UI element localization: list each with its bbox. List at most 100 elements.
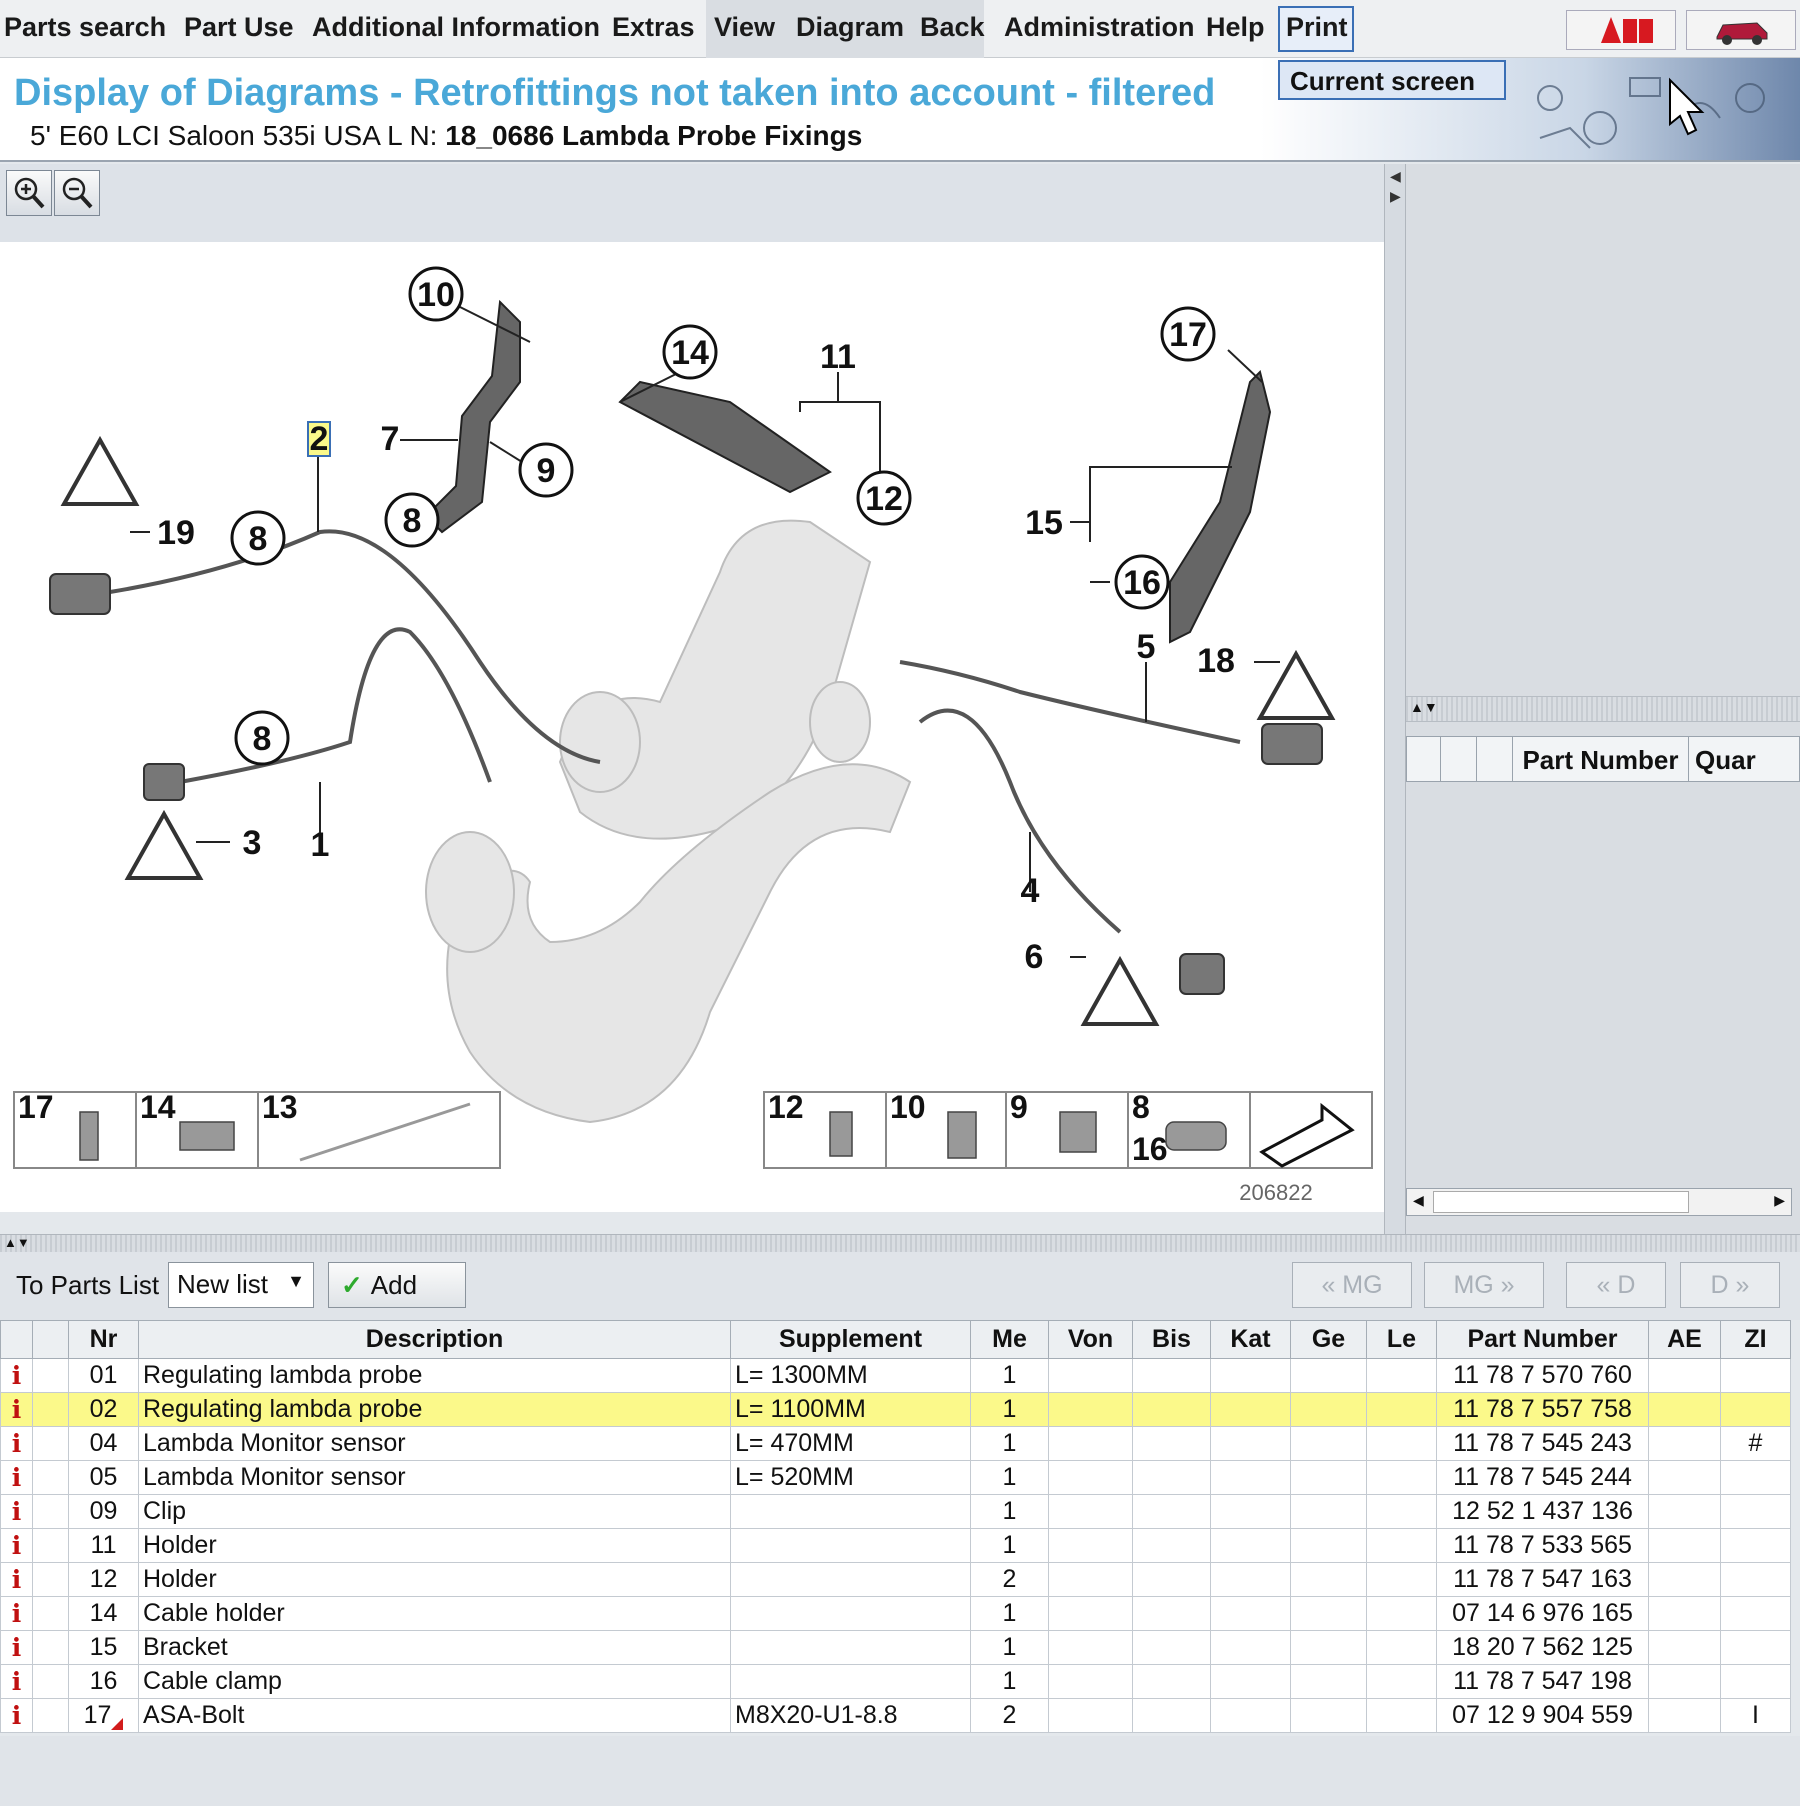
row-description: Clip bbox=[138, 1494, 731, 1529]
col-ge[interactable]: Ge bbox=[1290, 1320, 1367, 1359]
splitter-arrows-icon[interactable]: ▲▼ bbox=[4, 1235, 30, 1250]
table-row[interactable]: i 14 Cable holder 1 07 14 6 976 165 bbox=[0, 1596, 1791, 1631]
table-row[interactable]: i 16 Cable clamp 1 11 78 7 547 198 bbox=[0, 1664, 1791, 1699]
right-panel-splitter[interactable]: ▲▼ bbox=[1406, 696, 1800, 722]
menu-back[interactable]: Back bbox=[920, 12, 985, 43]
info-icon[interactable]: i bbox=[0, 1562, 33, 1597]
info-icon[interactable]: i bbox=[0, 1664, 33, 1699]
table-row[interactable]: i 17 ASA-Bolt M8X20-U1-8.8 2 07 12 9 904 559 I bbox=[0, 1698, 1791, 1733]
row-supplement: L= 1300MM bbox=[730, 1358, 971, 1393]
table-row[interactable]: i 09 Clip 1 12 52 1 437 136 bbox=[0, 1494, 1791, 1529]
info-icon-text: i bbox=[11, 1361, 22, 1390]
parts-diagram[interactable]: 10 2 7 9 8 14 11 12 17 15 16 19 8 5 18 8… bbox=[0, 242, 1384, 1212]
info-icon[interactable]: i bbox=[0, 1392, 33, 1427]
table-row[interactable]: i 15 Bracket 1 18 20 7 562 125 bbox=[0, 1630, 1791, 1665]
menu-additional-information[interactable]: Additional Information bbox=[312, 12, 600, 43]
table-row[interactable]: i 02 Regulating lambda probe L= 1100MM 1 11 7… bbox=[0, 1392, 1791, 1427]
prev-diagram-button[interactable]: « D bbox=[1566, 1262, 1666, 1308]
menu-print[interactable]: Print bbox=[1286, 12, 1348, 43]
info-icon[interactable]: i bbox=[0, 1358, 33, 1393]
row-description: Regulating lambda probe bbox=[138, 1392, 731, 1427]
row-ae bbox=[1648, 1358, 1721, 1393]
row-supplement bbox=[730, 1562, 971, 1597]
col-kat[interactable]: Kat bbox=[1210, 1320, 1291, 1359]
row-zi-text: I bbox=[1752, 1701, 1759, 1729]
row-von bbox=[1048, 1698, 1133, 1733]
right-panel-scrollbar[interactable]: ◀ ▶ bbox=[1406, 1188, 1792, 1216]
next-main-group-button[interactable]: MG » bbox=[1424, 1262, 1544, 1308]
row-zi bbox=[1720, 1358, 1791, 1393]
menu-part-use[interactable]: Part Use bbox=[184, 12, 294, 43]
row-description: Bracket bbox=[138, 1630, 731, 1665]
table-row[interactable]: i 01 Regulating lambda probe L= 1300MM 1 11 7… bbox=[0, 1358, 1791, 1393]
row-blank bbox=[32, 1562, 69, 1597]
row-me-text: 1 bbox=[1002, 1667, 1017, 1695]
add-button[interactable]: ✓ Add bbox=[328, 1262, 466, 1308]
row-part-number: 07 12 9 904 559 bbox=[1436, 1698, 1649, 1733]
vehicle-logo-button[interactable] bbox=[1686, 10, 1796, 50]
info-icon[interactable]: i bbox=[0, 1630, 33, 1665]
menu-diagram[interactable]: Diagram bbox=[796, 12, 904, 43]
expand-arrow-icon[interactable]: ▶ bbox=[1390, 188, 1401, 205]
info-icon[interactable]: i bbox=[0, 1460, 33, 1495]
row-ge bbox=[1290, 1528, 1367, 1563]
table-row[interactable]: i 05 Lambda Monitor sensor L= 520MM 1 11 78 7… bbox=[0, 1460, 1791, 1495]
abc-logo-icon bbox=[1601, 17, 1653, 43]
row-me-text: 1 bbox=[1002, 1599, 1017, 1627]
zoom-in-button[interactable] bbox=[6, 170, 52, 216]
legend-13: 13 bbox=[262, 1089, 298, 1125]
callout-12: 12 bbox=[865, 480, 903, 518]
col-von[interactable]: Von bbox=[1048, 1320, 1133, 1359]
row-von bbox=[1048, 1426, 1133, 1461]
menu-help[interactable]: Help bbox=[1206, 12, 1265, 43]
col-nr[interactable]: Nr bbox=[68, 1320, 139, 1359]
print-dropdown-current-screen[interactable]: Current screen bbox=[1278, 60, 1506, 100]
col-supplement[interactable]: Supplement bbox=[730, 1320, 971, 1359]
menu-view[interactable]: View bbox=[714, 12, 775, 43]
row-zi bbox=[1720, 1664, 1791, 1699]
info-icon[interactable]: i bbox=[0, 1528, 33, 1563]
col-ae[interactable]: AE bbox=[1648, 1320, 1721, 1359]
info-icon-text: i bbox=[11, 1497, 22, 1526]
col-zi[interactable]: ZI bbox=[1720, 1320, 1791, 1359]
menu-extras[interactable]: Extras bbox=[612, 12, 695, 43]
table-row[interactable]: i 12 Holder 2 11 78 7 547 163 bbox=[0, 1562, 1791, 1597]
menu-administration[interactable]: Administration bbox=[1004, 12, 1195, 43]
splitter-arrows-icon[interactable]: ▲▼ bbox=[1410, 699, 1438, 715]
menu-parts-search[interactable]: Parts search bbox=[4, 12, 166, 43]
parts-list-select[interactable]: New list ▼ bbox=[168, 1262, 314, 1308]
page-title: Display of Diagrams - Retrofittings not … bbox=[14, 72, 1216, 114]
row-supplement-text: L= 520MM bbox=[735, 1463, 854, 1491]
row-me-text: 2 bbox=[1002, 1701, 1017, 1729]
scroll-left-icon[interactable]: ◀ bbox=[1413, 1192, 1424, 1209]
info-icon[interactable]: i bbox=[0, 1426, 33, 1461]
info-icon[interactable]: i bbox=[0, 1698, 33, 1733]
info-icon[interactable]: i bbox=[0, 1596, 33, 1631]
table-row[interactable]: i 04 Lambda Monitor sensor L= 470MM 1 11 78 7… bbox=[0, 1426, 1791, 1461]
callout-19: 19 bbox=[157, 514, 195, 552]
row-kat bbox=[1210, 1596, 1291, 1631]
col-description[interactable]: Description bbox=[138, 1320, 731, 1359]
col-bis[interactable]: Bis bbox=[1132, 1320, 1211, 1359]
row-nr: 11 bbox=[68, 1528, 139, 1563]
zoom-out-button[interactable] bbox=[54, 170, 100, 216]
col-me[interactable]: Me bbox=[970, 1320, 1049, 1359]
vertical-splitter[interactable]: ◀ ▶ bbox=[1384, 164, 1406, 1234]
next-diagram-button[interactable]: D » bbox=[1680, 1262, 1780, 1308]
col-part-number[interactable]: Part Number bbox=[1436, 1320, 1649, 1359]
abc-logo-button[interactable] bbox=[1566, 10, 1676, 50]
prev-main-group-button[interactable]: « MG bbox=[1292, 1262, 1412, 1308]
row-nr: 04 bbox=[68, 1426, 139, 1461]
scroll-thumb[interactable] bbox=[1433, 1191, 1689, 1213]
table-row[interactable]: i 11 Holder 1 11 78 7 533 565 bbox=[0, 1528, 1791, 1563]
status-area bbox=[0, 1736, 1800, 1806]
rp-col-quantity[interactable]: Quar bbox=[1689, 737, 1799, 781]
horizontal-splitter[interactable]: ▲▼ bbox=[0, 1234, 1800, 1252]
row-nr-text: 04 bbox=[89, 1429, 118, 1457]
rp-col-part-number[interactable]: Part Number bbox=[1513, 737, 1689, 781]
collapse-arrow-icon[interactable]: ◀ bbox=[1390, 168, 1401, 185]
info-icon[interactable]: i bbox=[0, 1494, 33, 1529]
col-le[interactable]: Le bbox=[1366, 1320, 1437, 1359]
row-part-number-text: 12 52 1 437 136 bbox=[1452, 1497, 1633, 1525]
scroll-right-icon[interactable]: ▶ bbox=[1774, 1192, 1785, 1209]
